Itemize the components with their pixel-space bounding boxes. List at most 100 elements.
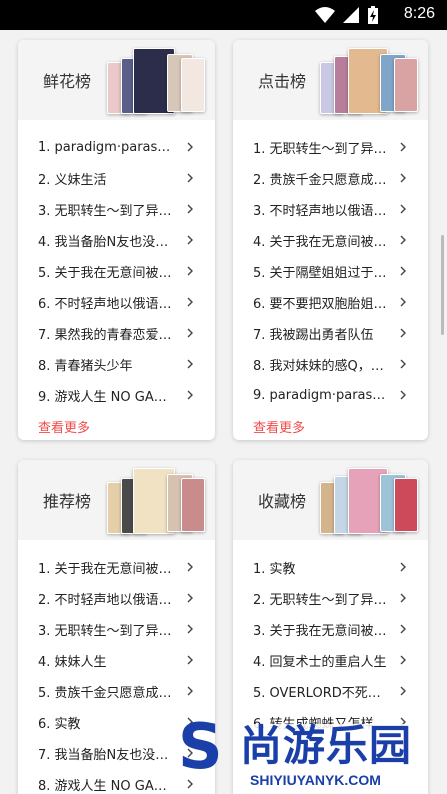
list-item[interactable]: 8. 青春猪头少年 bbox=[18, 349, 215, 380]
book-cover bbox=[181, 478, 205, 532]
chevron-right-icon bbox=[187, 655, 193, 665]
scrollbar[interactable] bbox=[441, 235, 444, 335]
chevron-right-icon bbox=[400, 297, 406, 307]
list-item[interactable]: 2. 贵族千金只愿意成为你的女主角 bbox=[233, 163, 428, 194]
chevron-right-icon bbox=[187, 328, 193, 338]
card-header[interactable]: 点击榜 bbox=[233, 40, 428, 120]
list-item[interactable]: 1. 关于我在无意间被隔壁的天使变成废柴这件事 bbox=[18, 552, 215, 583]
list-item-title: 7. 我被踢出勇者队伍 bbox=[253, 328, 374, 343]
wifi-icon bbox=[315, 7, 335, 23]
list-item-title: 6. 实教 bbox=[38, 717, 81, 732]
chevron-right-icon bbox=[400, 266, 406, 276]
list-item-title: 3. 无职转生～到了异世界就拿出真本事～ bbox=[38, 204, 173, 219]
list-item[interactable]: 9. paradigm·parasite bbox=[233, 380, 428, 411]
list-item-title: 4. 我当备胎N友也没关系 bbox=[38, 235, 173, 250]
list-item[interactable]: 9. 游戏人生 NO GAME NO LIFE bbox=[18, 380, 215, 411]
list-item[interactable]: 6. 不时轻声地以俄语遮羞的邻座艾莉同学 bbox=[18, 287, 215, 318]
chevron-right-icon bbox=[400, 390, 406, 400]
list-item-title: 5. 关于隔壁姐姐过于温柔这件事 bbox=[253, 266, 388, 281]
list-item[interactable]: 8. 我对妹妹的感Q，有点奇怪 bbox=[233, 349, 428, 380]
list-item-title: 6. 不时轻声地以俄语遮羞的邻座艾莉同学 bbox=[38, 297, 173, 312]
list-item-title: 4. 妹妹人生 bbox=[38, 655, 107, 670]
list-item[interactable]: 6. 要不要把双胞胎姐妹都变成女朋友 bbox=[233, 287, 428, 318]
list-item[interactable]: 7. 我被踢出勇者队伍 bbox=[233, 318, 428, 349]
chevron-right-icon bbox=[187, 390, 193, 400]
list-item[interactable]: 5. 关于隔壁姐姐过于温柔这件事 bbox=[233, 256, 428, 287]
list-item[interactable]: 2. 无职转生～到了异世界就拿出真本事～ bbox=[233, 583, 428, 614]
view-more-link[interactable]: 查看更多 bbox=[233, 417, 428, 436]
card-title: 鲜花榜 bbox=[43, 72, 92, 91]
list-item-title: 1. 无职转生～到了异世界就拿出真本事～ bbox=[253, 142, 388, 157]
view-more-link[interactable]: 查看更多 bbox=[18, 417, 215, 436]
cell-signal-icon bbox=[343, 7, 359, 23]
list-item-title: 7. 我当备胎N友也没关系 bbox=[38, 748, 173, 763]
card-title: 推荐榜 bbox=[43, 492, 92, 511]
chevron-right-icon bbox=[400, 359, 406, 369]
list-item[interactable]: 1. paradigm·parasite bbox=[18, 132, 215, 163]
list-item-title: 8. 我对妹妹的感Q，有点奇怪 bbox=[253, 359, 388, 374]
chevron-right-icon bbox=[187, 359, 193, 369]
list-item-title: 1. 实教 bbox=[253, 562, 296, 577]
chevron-right-icon bbox=[187, 204, 193, 214]
list-item-title: 5. OVERLORD不死者之王 bbox=[253, 686, 388, 701]
list-item-title: 1. paradigm·parasite bbox=[38, 140, 173, 155]
ranking-list: 1. 实教 2. 无职转生～到了异世界就拿出真本事～ 3. 关于我在无意间被隔壁的天… bbox=[233, 540, 428, 738]
chevron-right-icon bbox=[187, 624, 193, 634]
list-item[interactable]: 3. 不时轻声地以俄语遮羞的邻座艾莉同学 bbox=[233, 194, 428, 225]
ranking-card-clicks: 点击榜 1. 无职转生～到了异世界就拿出真本事～ 2. 贵族千金只愿意成为你的女主… bbox=[233, 40, 428, 440]
card-header[interactable]: 收藏榜 bbox=[233, 460, 428, 540]
list-item[interactable]: 4. 我当备胎N友也没关系 bbox=[18, 225, 215, 256]
list-item[interactable]: 2. 义妹生活 bbox=[18, 163, 215, 194]
list-item[interactable]: 3. 关于我在无意间被隔壁的天使变成废柴这件事 bbox=[233, 614, 428, 645]
status-bar: 8:26 bbox=[0, 0, 447, 30]
card-title: 点击榜 bbox=[258, 72, 307, 91]
chevron-right-icon bbox=[187, 142, 193, 152]
chevron-right-icon bbox=[187, 173, 193, 183]
ranking-card-flowers: 鲜花榜 1. paradigm·parasite 2. 义妹生活 3. 无职转生～到… bbox=[18, 40, 215, 440]
status-icons bbox=[315, 6, 379, 24]
list-item-title: 8. 青春猪头少年 bbox=[38, 359, 133, 374]
list-item-title: 2. 无职转生～到了异世界就拿出真本事～ bbox=[253, 593, 388, 608]
list-item-title: 9. 游戏人生 NO GAME NO LIFE bbox=[38, 390, 173, 405]
chevron-right-icon bbox=[400, 142, 406, 152]
card-header[interactable]: 鲜花榜 bbox=[18, 40, 215, 120]
card-header[interactable]: 推荐榜 bbox=[18, 460, 215, 540]
list-item[interactable]: 1. 实教 bbox=[233, 552, 428, 583]
battery-charging-icon bbox=[368, 6, 378, 24]
ranking-list: 1. paradigm·parasite 2. 义妹生活 3. 无职转生～到了异世界… bbox=[18, 120, 215, 411]
list-item[interactable]: 7. 果然我的青春恋爱喜剧搞错了 bbox=[18, 318, 215, 349]
list-item-title: 3. 关于我在无意间被隔壁的天使变成废柴这件事 bbox=[253, 624, 388, 639]
watermark-url: SHIYIUYANYK.COM bbox=[250, 772, 381, 788]
list-item-title: 4. 关于我在无意间被隔壁的天使变成废柴这件事 bbox=[253, 235, 388, 250]
list-item-title: 6. 要不要把双胞胎姐妹都变成女朋友 bbox=[253, 297, 388, 312]
list-item-title: 8. 游戏人生 NO GAME NO LIFE bbox=[38, 779, 173, 794]
chevron-right-icon bbox=[400, 686, 406, 696]
list-item[interactable]: 4. 关于我在无意间被隔壁的天使变成废柴这件事 bbox=[233, 225, 428, 256]
chevron-right-icon bbox=[400, 235, 406, 245]
list-item[interactable]: 5. OVERLORD不死者之王 bbox=[233, 676, 428, 707]
cover-stack bbox=[320, 48, 420, 114]
list-item[interactable]: 4. 回复术士的重启人生 bbox=[233, 645, 428, 676]
chevron-right-icon bbox=[187, 593, 193, 603]
list-item[interactable]: 5. 关于我在无意间被隔壁的天使变成废柴这件事 bbox=[18, 256, 215, 287]
chevron-right-icon bbox=[187, 266, 193, 276]
list-item-title: 7. 果然我的青春恋爱喜剧搞错了 bbox=[38, 328, 173, 343]
list-item-title: 2. 贵族千金只愿意成为你的女主角 bbox=[253, 173, 388, 188]
watermark-mark: S bbox=[178, 710, 223, 783]
chevron-right-icon bbox=[400, 562, 406, 572]
list-item[interactable]: 5. 贵族千金只愿意成为你的女主角 bbox=[18, 676, 215, 707]
chevron-right-icon bbox=[400, 624, 406, 634]
list-item[interactable]: 3. 无职转生～到了异世界就拿出真本事～ bbox=[18, 194, 215, 225]
book-cover bbox=[181, 58, 205, 112]
list-item-title: 5. 贵族千金只愿意成为你的女主角 bbox=[38, 686, 173, 701]
list-item[interactable]: 3. 无职转生～到了异世界就拿出真本事～ bbox=[18, 614, 215, 645]
list-item[interactable]: 2. 不时轻声地以俄语遮羞的邻座艾莉同学 bbox=[18, 583, 215, 614]
list-item-title: 9. paradigm·parasite bbox=[253, 388, 388, 403]
book-cover bbox=[394, 478, 418, 532]
chevron-right-icon bbox=[187, 297, 193, 307]
list-item[interactable]: 4. 妹妹人生 bbox=[18, 645, 215, 676]
chevron-right-icon bbox=[400, 655, 406, 665]
chevron-right-icon bbox=[187, 235, 193, 245]
list-item[interactable]: 1. 无职转生～到了异世界就拿出真本事～ bbox=[233, 132, 428, 163]
status-time: 8:26 bbox=[403, 5, 435, 22]
